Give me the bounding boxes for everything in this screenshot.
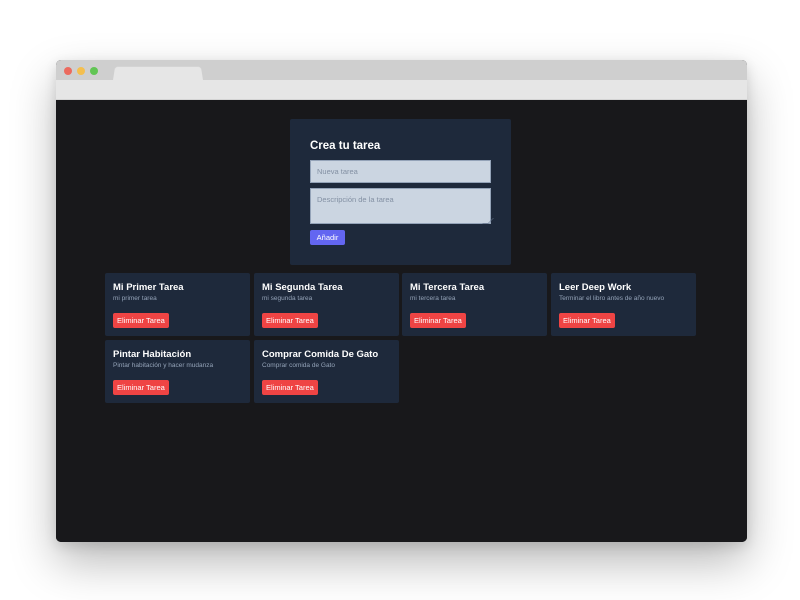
browser-tab-strip	[56, 60, 747, 80]
browser-tab[interactable]	[113, 66, 203, 80]
task-title-input[interactable]	[310, 160, 491, 183]
task-description: mi tercera tarea	[410, 295, 456, 302]
delete-task-button[interactable]: Eliminar Tarea	[113, 380, 169, 395]
delete-task-button[interactable]: Eliminar Tarea	[262, 313, 318, 328]
browser-window: Crea tu tarea Añadir Mi Primer Tarea mi …	[56, 60, 747, 542]
browser-toolbar	[56, 80, 747, 100]
delete-task-button[interactable]: Eliminar Tarea	[113, 313, 169, 328]
task-title: Comprar Comida De Gato	[262, 349, 379, 360]
delete-task-button[interactable]: Eliminar Tarea	[559, 313, 615, 328]
minimize-window-icon[interactable]	[77, 67, 85, 75]
task-title: Leer Deep Work	[559, 282, 632, 293]
task-card: Mi Segunda Tarea mi segunda tarea Elimin…	[254, 273, 399, 336]
page-content: Crea tu tarea Añadir Mi Primer Tarea mi …	[56, 100, 747, 542]
task-description-input[interactable]	[310, 188, 491, 224]
task-description: mi primer tarea	[113, 295, 157, 302]
delete-task-button[interactable]: Eliminar Tarea	[410, 313, 466, 328]
task-card: Leer Deep Work Terminar el libro antes d…	[551, 273, 696, 336]
task-form-card: Crea tu tarea Añadir	[290, 119, 511, 265]
delete-task-button[interactable]: Eliminar Tarea	[262, 380, 318, 395]
add-task-button[interactable]: Añadir	[310, 230, 345, 245]
task-description: Comprar comida de Gato	[262, 362, 335, 369]
task-card: Comprar Comida De Gato Comprar comida de…	[254, 340, 399, 403]
maximize-window-icon[interactable]	[90, 67, 98, 75]
form-heading: Crea tu tarea	[310, 140, 381, 152]
task-description: Terminar el libro antes de año nuevo	[559, 295, 665, 302]
task-title: Pintar Habitación	[113, 349, 192, 360]
task-title: Mi Primer Tarea	[113, 282, 184, 293]
task-card: Mi Tercera Tarea mi tercera tarea Elimin…	[402, 273, 547, 336]
task-card: Mi Primer Tarea mi primer tarea Eliminar…	[105, 273, 250, 336]
task-description: mi segunda tarea	[262, 295, 313, 302]
task-description: Pintar habitación y hacer mudanza	[113, 362, 214, 369]
task-title: Mi Segunda Tarea	[262, 282, 343, 293]
task-card: Pintar Habitación Pintar habitación y ha…	[105, 340, 250, 403]
task-title: Mi Tercera Tarea	[410, 282, 485, 293]
close-window-icon[interactable]	[64, 67, 72, 75]
